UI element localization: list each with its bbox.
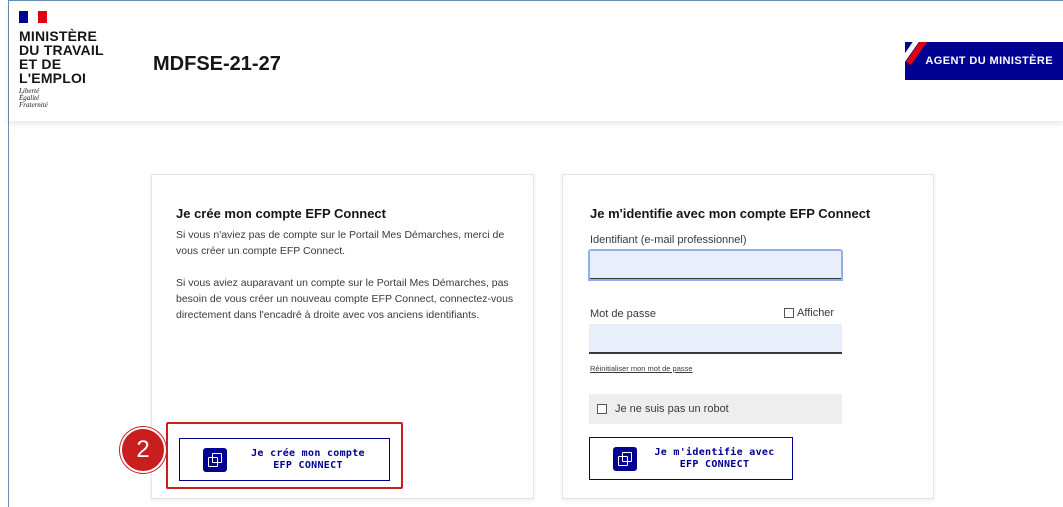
login-card: Je m'identifie avec mon compte EFP Conne… xyxy=(562,174,934,499)
show-password-label: Afficher xyxy=(797,307,835,319)
password-label: Mot de passe xyxy=(590,308,657,320)
step-number-badge: 2 xyxy=(120,427,166,473)
annotation-highlight-box xyxy=(166,422,403,489)
marianne-flag-icon xyxy=(19,11,47,23)
show-password-checkbox[interactable] xyxy=(784,308,794,318)
create-account-paragraph2: Si vous aviez auparavant un compte sur l… xyxy=(176,277,514,321)
efp-connect-icon xyxy=(613,447,637,471)
captcha-checkbox[interactable] xyxy=(597,404,607,414)
identifier-label: Identifiant (e-mail professionnel) xyxy=(590,234,747,246)
reset-password-link[interactable]: Réinitialiser mon mot de passe xyxy=(590,364,693,373)
create-account-paragraph1: Si vous n'aviez pas de compte sur le Por… xyxy=(176,229,505,257)
login-button-line1: Je m'identifie avec xyxy=(654,447,775,458)
site-header: MINISTÈRE DU TRAVAIL ET DE L'EMPLOI Libe… xyxy=(9,1,1063,121)
login-title: Je m'identifie avec mon compte EFP Conne… xyxy=(590,206,871,221)
ministry-name-line3: ET DE L'EMPLOI xyxy=(19,56,87,86)
motto-line3: Fraternité xyxy=(19,101,48,109)
ministry-logo[interactable]: MINISTÈRE DU TRAVAIL ET DE L'EMPLOI Libe… xyxy=(19,11,129,109)
login-button-label: Je m'identifie avec EFP CONNECT xyxy=(645,447,784,471)
show-password-toggle[interactable]: Afficher xyxy=(784,307,834,319)
password-input[interactable] xyxy=(589,324,842,354)
republic-motto: Liberté Égalité Fraternité xyxy=(19,88,129,109)
create-account-title: Je crée mon compte EFP Connect xyxy=(176,206,386,221)
ministry-name: MINISTÈRE DU TRAVAIL ET DE L'EMPLOI xyxy=(19,29,129,85)
agent-login-label: AGENT DU MINISTÈRE xyxy=(925,55,1053,67)
agent-login-button[interactable]: AGENT DU MINISTÈRE xyxy=(905,42,1063,80)
ministry-name-line1: MINISTÈRE xyxy=(19,28,98,44)
identifier-input[interactable] xyxy=(588,249,843,281)
site-title[interactable]: MDFSE-21-27 xyxy=(153,53,281,76)
ministry-name-line2: DU TRAVAIL xyxy=(19,42,104,58)
login-efp-button[interactable]: Je m'identifie avec EFP CONNECT xyxy=(589,437,793,480)
login-button-line2: EFP CONNECT xyxy=(679,459,750,470)
captcha-label: Je ne suis pas un robot xyxy=(615,403,729,415)
captcha-box[interactable]: Je ne suis pas un robot xyxy=(589,394,842,424)
